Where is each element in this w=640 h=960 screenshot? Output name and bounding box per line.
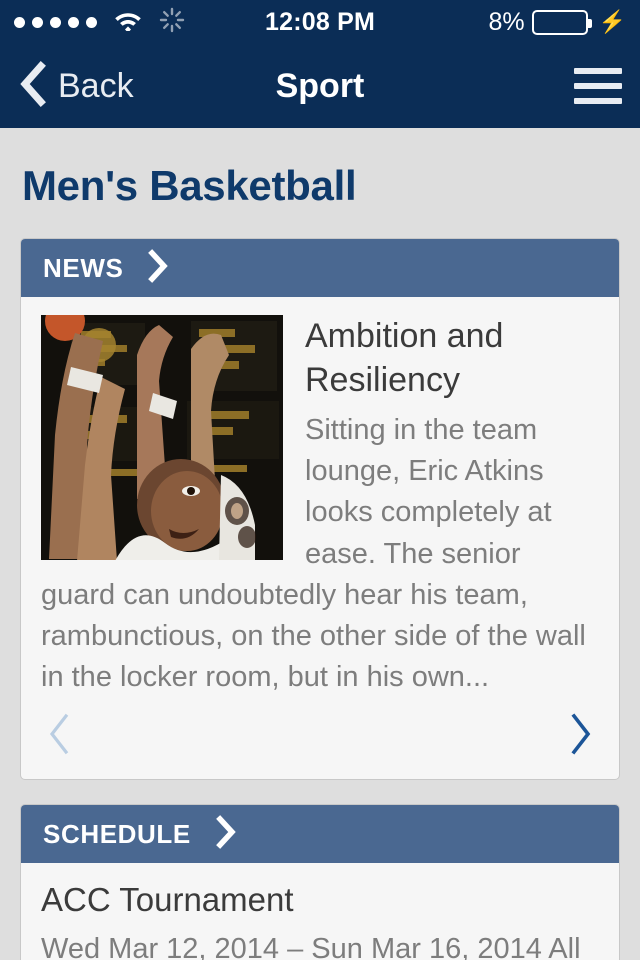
- navigation-bar: Back Sport: [0, 44, 640, 128]
- signal-dot: [14, 16, 25, 28]
- chevron-left-icon: [18, 60, 48, 112]
- event-title: ACC Tournament: [41, 881, 294, 919]
- status-bar-right: 8% ⚡: [488, 8, 626, 37]
- news-card: NEWS Ambition and Resiliency Sitting in …: [20, 238, 620, 781]
- activity-spinner-icon: [159, 7, 185, 38]
- news-header-label: NEWS: [43, 252, 124, 283]
- back-button[interactable]: Back: [18, 60, 134, 112]
- status-bar: 12:08 PM 8% ⚡: [0, 0, 640, 44]
- news-card-body[interactable]: Ambition and Resiliency Sitting in the t…: [21, 297, 619, 698]
- schedule-section-header[interactable]: SCHEDULE: [21, 805, 619, 864]
- schedule-card: SCHEDULE ACC Tournament Wed Mar 12, 2014…: [20, 804, 620, 960]
- battery-icon: [531, 9, 592, 35]
- wifi-icon: [113, 9, 143, 36]
- basketball-player-photo[interactable]: [41, 315, 283, 560]
- news-pagination: [21, 698, 619, 779]
- schedule-event-row[interactable]: ACC Tournament Wed Mar 12, 2014 – Sun Ma…: [21, 863, 619, 960]
- menu-bar: [574, 83, 622, 89]
- menu-bar: [574, 98, 622, 104]
- section-heading: Men's Basketball: [22, 162, 357, 209]
- event-meta: Wed Mar 12, 2014 – Sun Mar 16, 2014 All …: [41, 933, 581, 960]
- back-button-label: Back: [58, 66, 134, 105]
- chevron-right-icon: [215, 814, 237, 854]
- schedule-header-label: SCHEDULE: [43, 818, 191, 849]
- signal-dot: [86, 16, 97, 28]
- signal-strength-dots: [14, 16, 97, 28]
- lightning-bolt-icon: ⚡: [598, 9, 626, 34]
- menu-bar: [574, 68, 622, 74]
- page-content: Men's Basketball NEWS Ambition and Resil…: [0, 128, 640, 960]
- signal-dot: [68, 16, 79, 28]
- battery-percentage: 8%: [488, 7, 525, 36]
- chevron-right-icon: [147, 248, 169, 288]
- previous-article-button[interactable]: [45, 712, 73, 761]
- news-section-header[interactable]: NEWS: [21, 239, 619, 297]
- signal-dot: [32, 16, 43, 28]
- status-bar-left: [14, 7, 185, 38]
- next-article-button[interactable]: [567, 712, 595, 761]
- hamburger-menu-icon[interactable]: [574, 68, 622, 104]
- signal-dot: [50, 16, 61, 28]
